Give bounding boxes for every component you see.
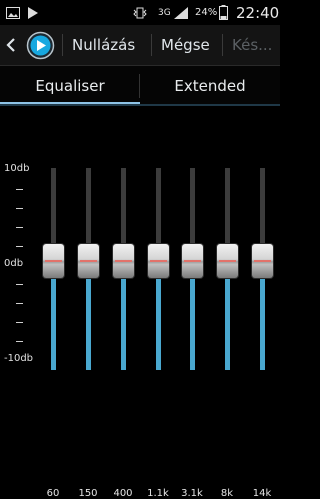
scale-tick (16, 246, 23, 247)
knob-center-mark (254, 260, 271, 262)
eq-slider-fill (156, 265, 161, 370)
knob-center-mark (80, 260, 97, 262)
scale-tick (16, 322, 23, 323)
action-divider (222, 34, 223, 56)
db-label-bottom: -10db (4, 353, 34, 364)
play-icon (27, 0, 39, 25)
freq-label: 1.1k (147, 488, 169, 499)
action-bar: Nullázás Mégse Kés... (0, 25, 280, 66)
db-label-top: 10db (4, 163, 30, 174)
freq-label: 400 (113, 488, 133, 499)
battery-icon (219, 0, 228, 25)
clock: 22:40 (236, 3, 280, 22)
action-divider (151, 34, 152, 56)
knob-center-mark (184, 260, 201, 262)
db-label-mid: 0db (4, 258, 24, 269)
eq-slider-fill (121, 265, 126, 370)
battery-percent: 24% (195, 7, 218, 18)
freq-label: 150 (78, 488, 98, 499)
cancel-button[interactable]: Mégse (161, 25, 210, 65)
tab-equaliser-label: Equaliser (35, 77, 105, 95)
knob-center-mark (115, 260, 132, 262)
eq-slider-knob-14k[interactable] (252, 244, 273, 278)
scale-tick (16, 284, 23, 285)
tab-bar: Equaliser Extended (0, 66, 280, 106)
tab-extended-label: Extended (174, 77, 246, 95)
knob-center-mark (150, 260, 167, 262)
scale-tick (16, 341, 23, 342)
eq-slider-fill (190, 265, 195, 370)
freq-label: 8k (220, 488, 234, 499)
knob-center-mark (219, 260, 236, 262)
eq-slider-knob-1.1k[interactable] (148, 244, 169, 278)
freq-label: 3.1k (181, 488, 203, 499)
scale-tick (16, 303, 23, 304)
equaliser-panel: 10db 0db -10db 60 150 400 1.1k 3.1k 8k 14k (0, 106, 280, 499)
signal-icon (174, 0, 188, 25)
eq-slider-knob-3.1k[interactable] (182, 244, 203, 278)
freq-label: 14k (252, 488, 272, 499)
network-type: 3G (158, 7, 171, 18)
eq-slider-knob-60[interactable] (43, 244, 64, 278)
vibrate-icon (133, 0, 147, 25)
tab-equaliser[interactable]: Equaliser (0, 66, 140, 106)
action-divider (62, 34, 63, 56)
image-icon (6, 0, 20, 25)
app-logo-icon[interactable] (26, 25, 55, 65)
scale-tick (16, 227, 23, 228)
scale-tick (16, 189, 23, 190)
tab-extended[interactable]: Extended (140, 66, 280, 106)
knob-center-mark (45, 260, 62, 262)
freq-label: 60 (46, 488, 60, 499)
status-bar: 3G 24% 22:40 (0, 0, 280, 25)
eq-slider-knob-150[interactable] (78, 244, 99, 278)
eq-slider-fill (225, 265, 230, 370)
eq-slider-knob-400[interactable] (113, 244, 134, 278)
eq-slider-fill (51, 265, 56, 370)
scale-tick (16, 208, 23, 209)
reset-button[interactable]: Nullázás (72, 25, 135, 65)
eq-slider-fill (260, 265, 265, 370)
done-button[interactable]: Kés... (232, 25, 272, 65)
back-icon[interactable] (5, 25, 17, 65)
eq-slider-knob-8k[interactable] (217, 244, 238, 278)
eq-slider-fill (86, 265, 91, 370)
